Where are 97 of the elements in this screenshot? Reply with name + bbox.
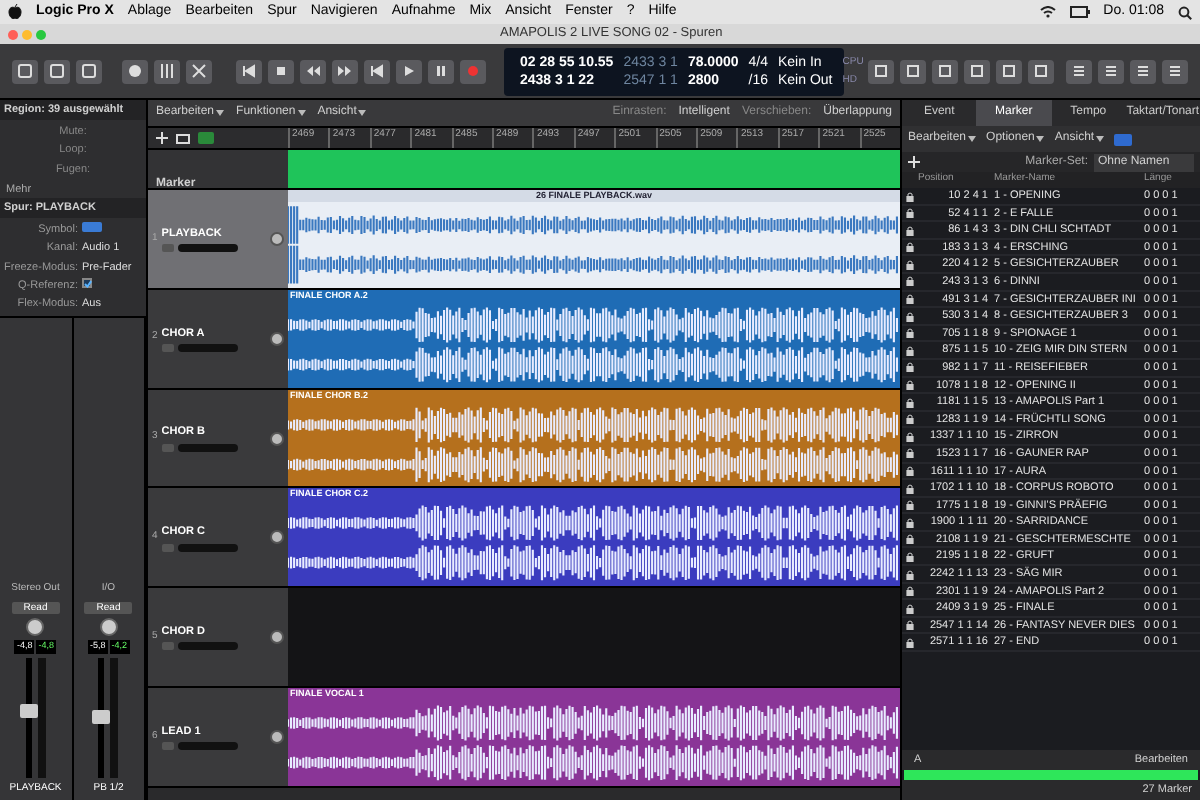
toolbar-button[interactable] [899, 59, 926, 83]
toolbar-button[interactable] [995, 59, 1022, 83]
toolbar-button[interactable] [121, 59, 148, 83]
list-icon [1071, 64, 1086, 78]
go-to-start-icon [241, 64, 256, 78]
horizontal-scrollbar[interactable] [148, 788, 900, 800]
toolbar-button[interactable] [867, 59, 894, 83]
transport-button[interactable] [331, 59, 358, 83]
toolbar-button[interactable] [1065, 59, 1092, 83]
plus-icon [156, 132, 168, 144]
lock-icon [906, 603, 914, 614]
fader-handle[interactable] [92, 709, 111, 723]
pan-knob[interactable] [270, 630, 284, 645]
caret-icon [1096, 136, 1105, 142]
toolbar-button[interactable] [1027, 59, 1054, 83]
caret-icon [358, 110, 367, 116]
lock-icon [906, 208, 914, 219]
lock-icon [906, 311, 914, 322]
fader-handle[interactable] [19, 703, 38, 717]
lock-icon [906, 397, 914, 408]
lock-icon [906, 431, 914, 442]
scissors-icon [191, 64, 206, 78]
toolbar-button[interactable] [76, 59, 103, 83]
play-icon [401, 64, 416, 78]
pan-knob[interactable] [270, 730, 284, 745]
lock-icon [906, 276, 914, 287]
transport-button[interactable] [427, 59, 454, 83]
pan-knob[interactable] [99, 617, 118, 636]
transport-button[interactable] [235, 59, 262, 83]
volume-slider[interactable] [177, 244, 238, 253]
lock-icon [906, 362, 914, 373]
toolbar-button[interactable] [12, 59, 39, 83]
lock-icon [906, 242, 914, 253]
volume-slider[interactable] [177, 642, 238, 651]
h-toggle-button[interactable] [198, 132, 214, 144]
plus-icon [908, 156, 920, 168]
lock-icon [906, 345, 914, 356]
lock-icon [906, 259, 914, 270]
toolbar-button[interactable] [153, 59, 180, 83]
toolbar-button[interactable] [1097, 59, 1124, 83]
transport-button[interactable] [267, 59, 294, 83]
toolbar-button[interactable] [931, 59, 958, 83]
lock-icon [906, 225, 914, 236]
record-icon [465, 64, 480, 78]
toolbar-button[interactable] [185, 59, 213, 83]
level-meter [37, 657, 46, 777]
caret-icon [968, 136, 977, 142]
volume-slider[interactable] [177, 443, 238, 452]
lock-icon [906, 466, 914, 476]
fast-forward-icon [337, 64, 352, 78]
volume-slider[interactable] [177, 742, 238, 751]
lock-icon [906, 620, 914, 631]
folder-icon [176, 133, 190, 143]
checkbox[interactable] [82, 277, 92, 288]
lock-icon [906, 551, 914, 562]
pan-knob[interactable] [270, 231, 284, 246]
toolbar-button[interactable] [1162, 59, 1189, 83]
caret-icon [216, 110, 225, 116]
lock-icon [906, 586, 914, 597]
volume-slider[interactable] [177, 343, 238, 352]
go-to-start-icon [369, 64, 384, 78]
circle-icon [127, 64, 142, 78]
lock-icon [906, 414, 914, 425]
lock-icon [906, 534, 914, 545]
pan-knob[interactable] [26, 617, 45, 636]
pan-knob[interactable] [270, 331, 284, 346]
rewind-icon [305, 64, 320, 78]
caret-icon [297, 110, 306, 116]
toolbar-button[interactable] [963, 59, 990, 83]
checkmark-icon [84, 279, 92, 288]
battery-icon [1069, 6, 1090, 18]
pause-icon [433, 64, 448, 78]
lock-icon [906, 191, 914, 201]
level-meter [110, 657, 119, 777]
lock-icon [906, 637, 914, 648]
lock-icon [906, 294, 914, 305]
pan-knob[interactable] [270, 530, 284, 545]
apple-logo-icon [8, 4, 22, 20]
lock-icon [906, 517, 914, 528]
pan-knob[interactable] [270, 431, 284, 446]
lock-icon [906, 328, 914, 339]
caret-icon [1036, 136, 1045, 142]
toolbar-button[interactable] [1129, 59, 1156, 83]
sliders-icon [159, 64, 174, 78]
stop-icon [273, 64, 288, 78]
filter-button[interactable] [1114, 133, 1133, 145]
lock-icon [906, 500, 914, 511]
lock-icon [906, 448, 914, 459]
lock-icon [906, 483, 914, 494]
transport-button[interactable] [395, 59, 422, 83]
transport-button[interactable] [363, 59, 390, 83]
toolbar-button[interactable] [44, 59, 71, 83]
wifi-icon [1039, 6, 1056, 18]
transport-button[interactable] [299, 59, 326, 83]
volume-slider[interactable] [177, 543, 238, 552]
lock-icon [906, 380, 914, 391]
lock-icon [906, 569, 914, 580]
